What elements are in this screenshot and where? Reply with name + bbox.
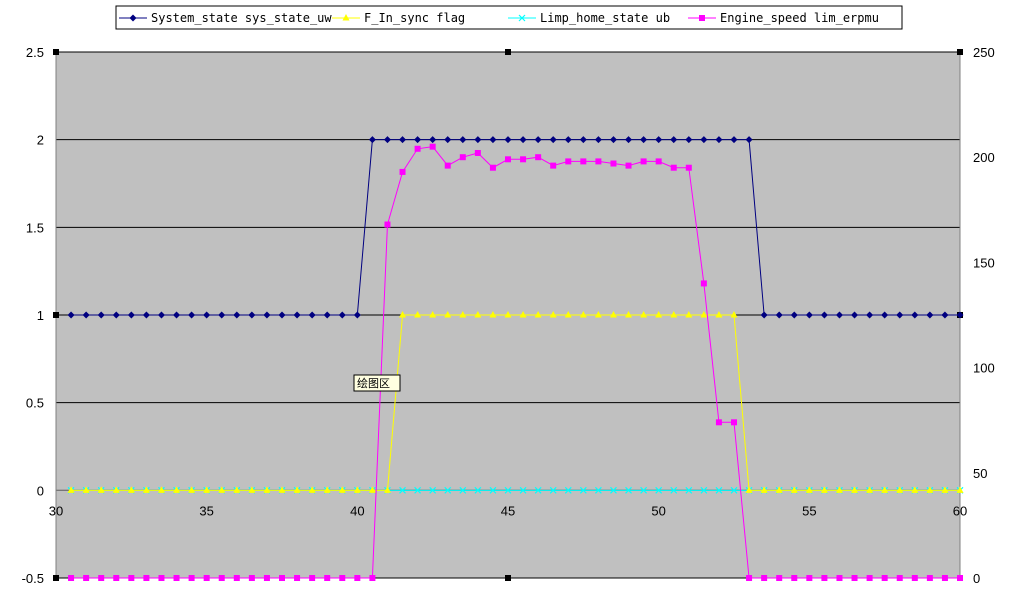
tooltip-label: 绘图区 <box>357 376 390 390</box>
data-point-13 <box>263 575 270 581</box>
y-left-tick-label: 1 <box>37 308 44 323</box>
x-tick-label: 50 <box>651 503 665 518</box>
data-point-2 <box>98 575 105 581</box>
legend-item-0[interactable]: System_state sys_state_uw <box>119 11 332 25</box>
legend-label: F_In_sync flag <box>364 11 465 25</box>
legend-label: Engine_speed lim_erpmu <box>720 11 879 25</box>
y-right-tick-label: 0 <box>973 571 980 586</box>
data-point-39 <box>655 158 662 165</box>
chart: System_state sys_state_uw F_In_sync flag L… <box>22 5 995 586</box>
data-point-1 <box>83 575 90 581</box>
data-point-30 <box>520 156 527 163</box>
data-point-18 <box>339 575 346 581</box>
data-point-24 <box>429 143 436 150</box>
data-point-43 <box>715 419 722 426</box>
x-tick-label: 45 <box>501 503 515 518</box>
data-point-22 <box>399 168 406 175</box>
x-tick-label: 35 <box>199 503 213 518</box>
data-point-11 <box>233 575 240 581</box>
legend-label: Limp_home_state ub <box>540 11 670 25</box>
data-point-57 <box>926 575 933 581</box>
selection-handle-1[interactable] <box>505 49 511 55</box>
data-point-20 <box>369 575 376 581</box>
y-right-tick-label: 150 <box>973 255 995 270</box>
data-point-21 <box>384 221 391 228</box>
data-point-49 <box>806 575 813 581</box>
data-point-50 <box>821 575 828 581</box>
data-point-42 <box>700 280 707 287</box>
data-point-41 <box>685 164 692 171</box>
data-point-38 <box>640 158 647 165</box>
y-left-tick-label: 2.5 <box>26 45 44 60</box>
data-point-45 <box>746 575 753 581</box>
data-point-6 <box>158 575 165 581</box>
y-left-tick-label: 2 <box>37 133 44 148</box>
y-right-tick-label: 100 <box>973 361 995 376</box>
data-point-58 <box>941 575 948 581</box>
x-tick-label: 40 <box>350 503 364 518</box>
y-left-tick-label: 0.5 <box>26 396 44 411</box>
data-point-3 <box>113 575 120 581</box>
x-tick-label: 60 <box>953 503 967 518</box>
y-left-tick-label: 0 <box>37 483 44 498</box>
y-left-tick-label: 1.5 <box>26 220 44 235</box>
data-point-4 <box>128 575 135 581</box>
selection-handle-5[interactable] <box>53 575 59 581</box>
data-point-59 <box>957 575 963 581</box>
data-point-33 <box>565 158 572 165</box>
selection-handle-6[interactable] <box>505 575 511 581</box>
data-point-47 <box>776 575 783 581</box>
y-right-tick-label: 250 <box>973 45 995 60</box>
data-point-31 <box>535 154 542 161</box>
data-point-52 <box>851 575 858 581</box>
x-tick-label: 30 <box>49 503 63 518</box>
data-point-15 <box>294 575 301 581</box>
plot-area-tooltip: 绘图区 <box>353 374 401 392</box>
data-point-27 <box>474 149 481 156</box>
data-point-34 <box>580 158 587 165</box>
data-point-16 <box>309 575 316 581</box>
data-point-53 <box>866 575 873 581</box>
data-point-25 <box>444 162 451 169</box>
data-point-5 <box>143 575 150 581</box>
data-point-36 <box>610 160 617 167</box>
data-point-9 <box>203 575 210 581</box>
data-point-23 <box>414 145 421 152</box>
legend-label: System_state sys_state_uw <box>151 11 332 25</box>
y-left-tick-label: -0.5 <box>22 571 44 586</box>
selection-handle-2[interactable] <box>957 49 963 55</box>
data-point-legend <box>699 15 705 21</box>
data-point-55 <box>896 575 903 581</box>
y-right-tick-label: 200 <box>973 150 995 165</box>
data-point-40 <box>670 164 677 171</box>
y-right-tick-label: 50 <box>973 466 987 481</box>
data-point-37 <box>625 162 632 169</box>
selection-handle-0[interactable] <box>53 49 59 55</box>
data-point-35 <box>595 158 602 165</box>
data-point-14 <box>279 575 285 581</box>
data-point-54 <box>881 575 888 581</box>
legend[interactable]: System_state sys_state_uw F_In_sync flag L… <box>115 5 903 30</box>
data-point-10 <box>218 575 225 581</box>
data-point-56 <box>911 575 918 581</box>
data-point-19 <box>354 575 361 581</box>
x-tick-label: 55 <box>802 503 816 518</box>
data-point-29 <box>505 156 511 163</box>
data-point-7 <box>173 575 180 581</box>
selection-handle-3[interactable] <box>53 312 59 318</box>
data-point-28 <box>489 164 496 171</box>
data-point-51 <box>836 575 843 581</box>
data-point-46 <box>761 575 768 581</box>
data-point-0 <box>68 575 75 581</box>
data-point-44 <box>731 419 737 426</box>
data-point-12 <box>248 575 255 581</box>
data-point-17 <box>324 575 331 581</box>
data-point-8 <box>188 575 195 581</box>
data-point-32 <box>550 162 557 169</box>
data-point-48 <box>791 575 798 581</box>
data-point-26 <box>459 154 466 161</box>
